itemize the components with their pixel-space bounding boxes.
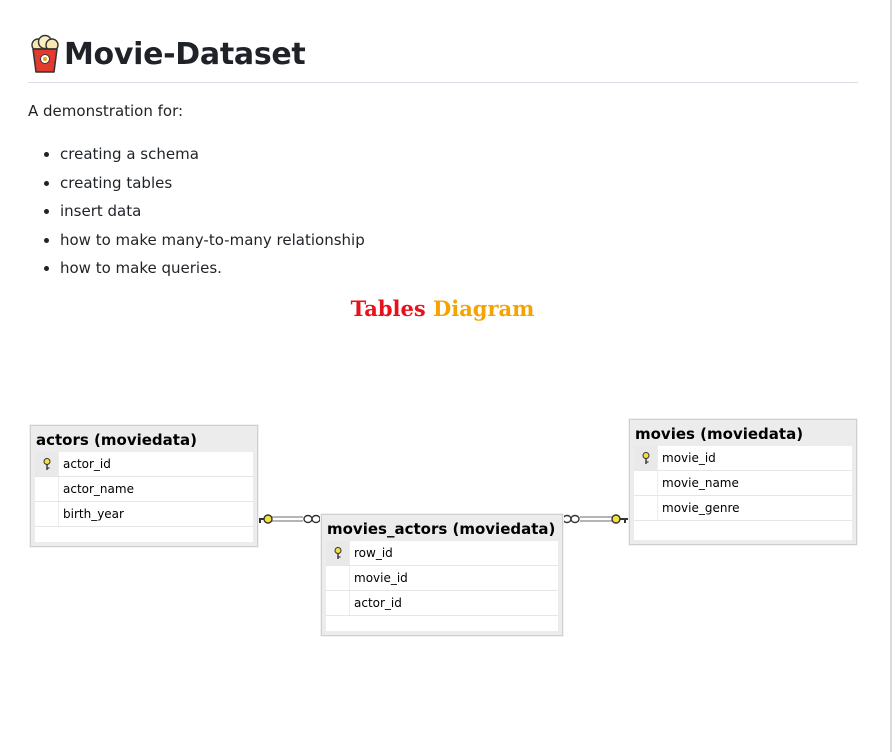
row-gutter [634,471,658,495]
row-gutter [634,496,658,520]
column-name: birth_year [63,507,124,521]
table-row[interactable]: row_id [326,541,558,566]
infinity-icon [562,514,580,524]
table-title: actors (moviedata) [36,431,197,449]
table-movies[interactable]: movies (moviedata) movie_id movie_name m… [629,419,857,545]
column-name: actor_id [63,457,111,471]
table-row[interactable]: actor_name [35,477,253,502]
table-row[interactable]: movie_name [634,471,852,496]
table-columns: actor_id actor_name birth_year [35,452,253,542]
table-row[interactable]: birth_year [35,502,253,527]
table-row[interactable]: actor_id [35,452,253,477]
table-title: movies (moviedata) [635,425,804,443]
column-name: actor_name [63,482,134,496]
column-name: actor_id [354,596,402,610]
column-name: movie_genre [662,501,740,515]
key-icon [642,451,649,464]
key-icon [258,514,273,524]
pk-gutter [326,541,350,565]
column-name: movie_id [662,451,716,465]
column-name: movie_name [662,476,739,490]
table-movies-actors[interactable]: movies_actors (moviedata) row_id movie_i… [321,514,563,636]
table-row[interactable]: actor_id [326,591,558,616]
relationship-actors-movies-actors [258,514,321,524]
pk-gutter [634,446,658,470]
column-name: movie_id [354,571,408,585]
relationship-lines [258,514,628,524]
row-gutter [326,591,350,615]
key-icon [334,546,341,559]
pk-gutter [35,452,59,476]
table-actors[interactable]: actors (moviedata) actor_id actor_name b… [30,425,258,547]
column-name: row_id [354,546,393,560]
table-row[interactable]: movie_genre [634,496,852,521]
table-row[interactable]: movie_id [634,446,852,471]
row-gutter [326,566,350,590]
table-columns: row_id movie_id actor_id [326,541,558,631]
relationship-movies-actors-movies [562,514,628,524]
key-icon [43,457,50,470]
row-gutter [35,502,59,526]
key-icon [611,514,628,524]
table-title: movies_actors (moviedata) [327,520,556,538]
table-row[interactable]: movie_id [326,566,558,591]
table-columns: movie_id movie_name movie_genre [634,446,852,540]
row-gutter [35,477,59,501]
infinity-icon [303,514,321,524]
